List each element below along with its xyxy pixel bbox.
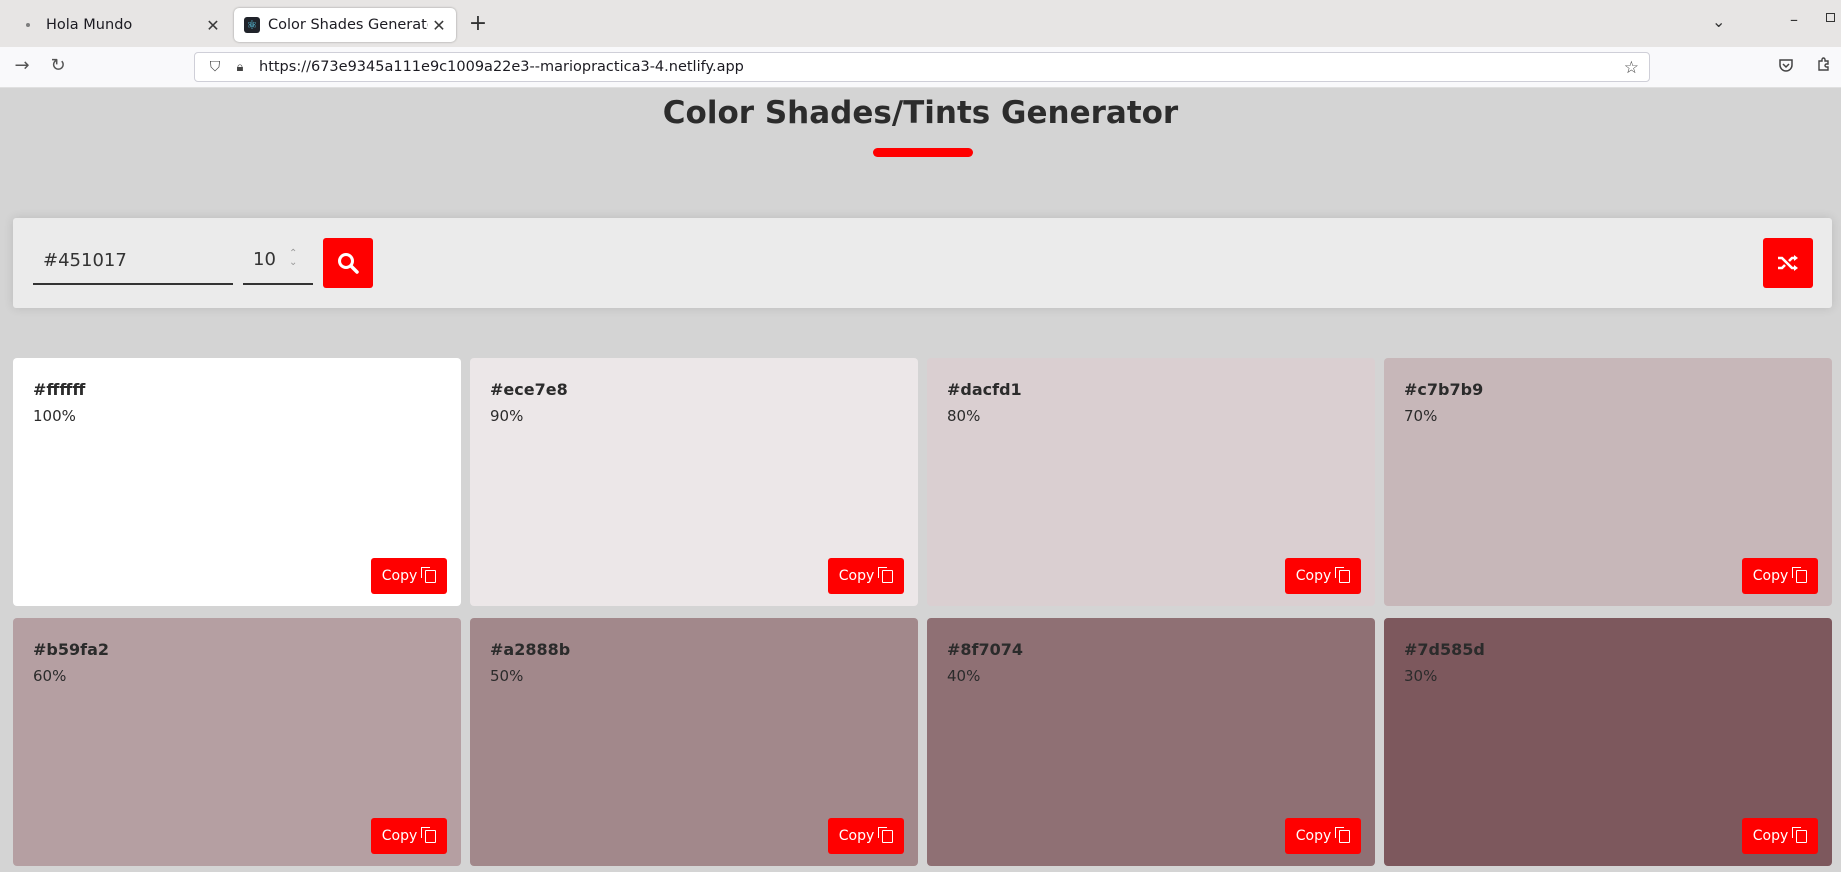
copy-label: Copy <box>838 568 875 584</box>
generate-search-button[interactable] <box>323 238 373 288</box>
card-hex: #b59fa2 <box>33 640 110 659</box>
copy-label: Copy <box>838 828 875 844</box>
copy-button[interactable]: Copy <box>371 818 447 854</box>
card-hex: #ece7e8 <box>490 380 568 399</box>
title-underline <box>873 148 973 157</box>
random-color-button[interactable] <box>1763 238 1813 288</box>
close-tab-icon[interactable]: ✕ <box>428 16 450 35</box>
card-percent: 50% <box>490 667 524 685</box>
tab-title: Hola Mundo <box>46 17 133 33</box>
shade-count-input[interactable]: 10 ⌃ ⌄ <box>243 238 313 285</box>
color-card: #ece7e8 90% Copy <box>470 358 918 606</box>
shuffle-icon <box>1778 255 1798 271</box>
spinner-arrows-icon[interactable]: ⌃ ⌄ <box>289 249 297 268</box>
bookmark-star-icon[interactable]: ☆ <box>1624 58 1639 78</box>
copy-icon <box>878 826 894 843</box>
react-favicon-icon: ⚛ <box>244 17 260 33</box>
color-card: #8f7074 40% Copy <box>927 618 1375 866</box>
card-percent: 100% <box>33 407 76 425</box>
card-percent: 70% <box>1404 407 1438 425</box>
copy-icon <box>1335 566 1351 583</box>
color-hex-input[interactable] <box>33 238 233 285</box>
copy-label: Copy <box>381 828 418 844</box>
color-card: #dacfd1 80% Copy <box>927 358 1375 606</box>
address-bar[interactable]: ⛉ 🔒︎ https://673e9345a111e9c1009a22e3--m… <box>194 52 1650 82</box>
color-card: #ffffff 100% Copy <box>13 358 461 606</box>
card-hex: #dacfd1 <box>947 380 1022 399</box>
page-title: Color Shades/Tints Generator <box>662 95 1179 131</box>
card-percent: 30% <box>1404 667 1438 685</box>
copy-icon <box>1335 826 1351 843</box>
lock-icon[interactable]: 🔒︎ <box>233 60 247 75</box>
list-all-tabs-chevron-icon[interactable]: ⌄ <box>1712 12 1725 31</box>
card-percent: 40% <box>947 667 981 685</box>
tab-color-shades-generator[interactable]: ⚛ Color Shades Generator ✕ <box>234 8 456 42</box>
color-card: #7d585d 30% Copy <box>1384 618 1832 866</box>
copy-label: Copy <box>381 568 418 584</box>
browser-tab-bar: Hola Mundo ✕ ⚛ Color Shades Generator ✕ … <box>0 0 1841 48</box>
copy-button[interactable]: Copy <box>371 558 447 594</box>
tab-title: Color Shades Generator <box>268 17 428 33</box>
new-tab-button[interactable]: + <box>466 11 490 36</box>
copy-label: Copy <box>1295 568 1332 584</box>
copy-button[interactable]: Copy <box>1742 818 1818 854</box>
card-percent: 80% <box>947 407 981 425</box>
color-card: #b59fa2 60% Copy <box>13 618 461 866</box>
copy-icon <box>421 826 437 843</box>
copy-label: Copy <box>1752 568 1789 584</box>
copy-button[interactable]: Copy <box>828 558 904 594</box>
copy-button[interactable]: Copy <box>1285 558 1361 594</box>
url-text: https://673e9345a111e9c1009a22e3--mariop… <box>259 59 744 75</box>
copy-icon <box>421 566 437 583</box>
card-percent: 60% <box>33 667 67 685</box>
maximize-window-icon[interactable] <box>1826 13 1835 22</box>
tab-favicon <box>26 23 30 27</box>
tab-hola-mundo[interactable]: Hola Mundo ✕ <box>8 8 230 42</box>
tracking-protection-shield-icon[interactable]: ⛉ <box>205 59 225 75</box>
copy-icon <box>1792 826 1808 843</box>
copy-icon <box>878 566 894 583</box>
card-hex: #a2888b <box>490 640 571 659</box>
shade-count-value: 10 <box>253 249 276 270</box>
reload-icon[interactable]: ↻ <box>46 55 70 76</box>
page-content: Color Shades/Tints Generator 10 ⌃⌄ #ffff… <box>0 88 1841 872</box>
extensions-puzzle-icon[interactable] <box>1816 56 1832 76</box>
minimize-window-icon[interactable]: – <box>1790 10 1798 29</box>
copy-label: Copy <box>1752 828 1789 844</box>
pocket-icon[interactable] <box>1778 57 1794 77</box>
color-card: #a2888b 50% Copy <box>470 618 918 866</box>
controls-panel: 10 ⌃⌄ <box>13 218 1832 308</box>
copy-button[interactable]: Copy <box>1742 558 1818 594</box>
card-hex: #8f7074 <box>947 640 1024 659</box>
url-domain-part: https://673e9345a111e9c1009a22e3--mariop… <box>259 59 669 75</box>
browser-nav-bar: → ↻ ⛉ 🔒︎ https://673e9345a111e9c1009a22e… <box>0 47 1841 88</box>
card-hex: #c7b7b9 <box>1404 380 1484 399</box>
color-card: #c7b7b9 70% Copy <box>1384 358 1832 606</box>
copy-label: Copy <box>1295 828 1332 844</box>
copy-icon <box>1792 566 1808 583</box>
url-tld: netlify.app <box>668 59 744 75</box>
close-tab-icon[interactable]: ✕ <box>202 16 224 35</box>
forward-arrow-icon[interactable]: → <box>10 55 34 76</box>
copy-button[interactable]: Copy <box>1285 818 1361 854</box>
card-percent: 90% <box>490 407 524 425</box>
search-icon <box>338 253 359 274</box>
copy-button[interactable]: Copy <box>828 818 904 854</box>
card-hex: #ffffff <box>33 380 86 399</box>
card-hex: #7d585d <box>1404 640 1485 659</box>
